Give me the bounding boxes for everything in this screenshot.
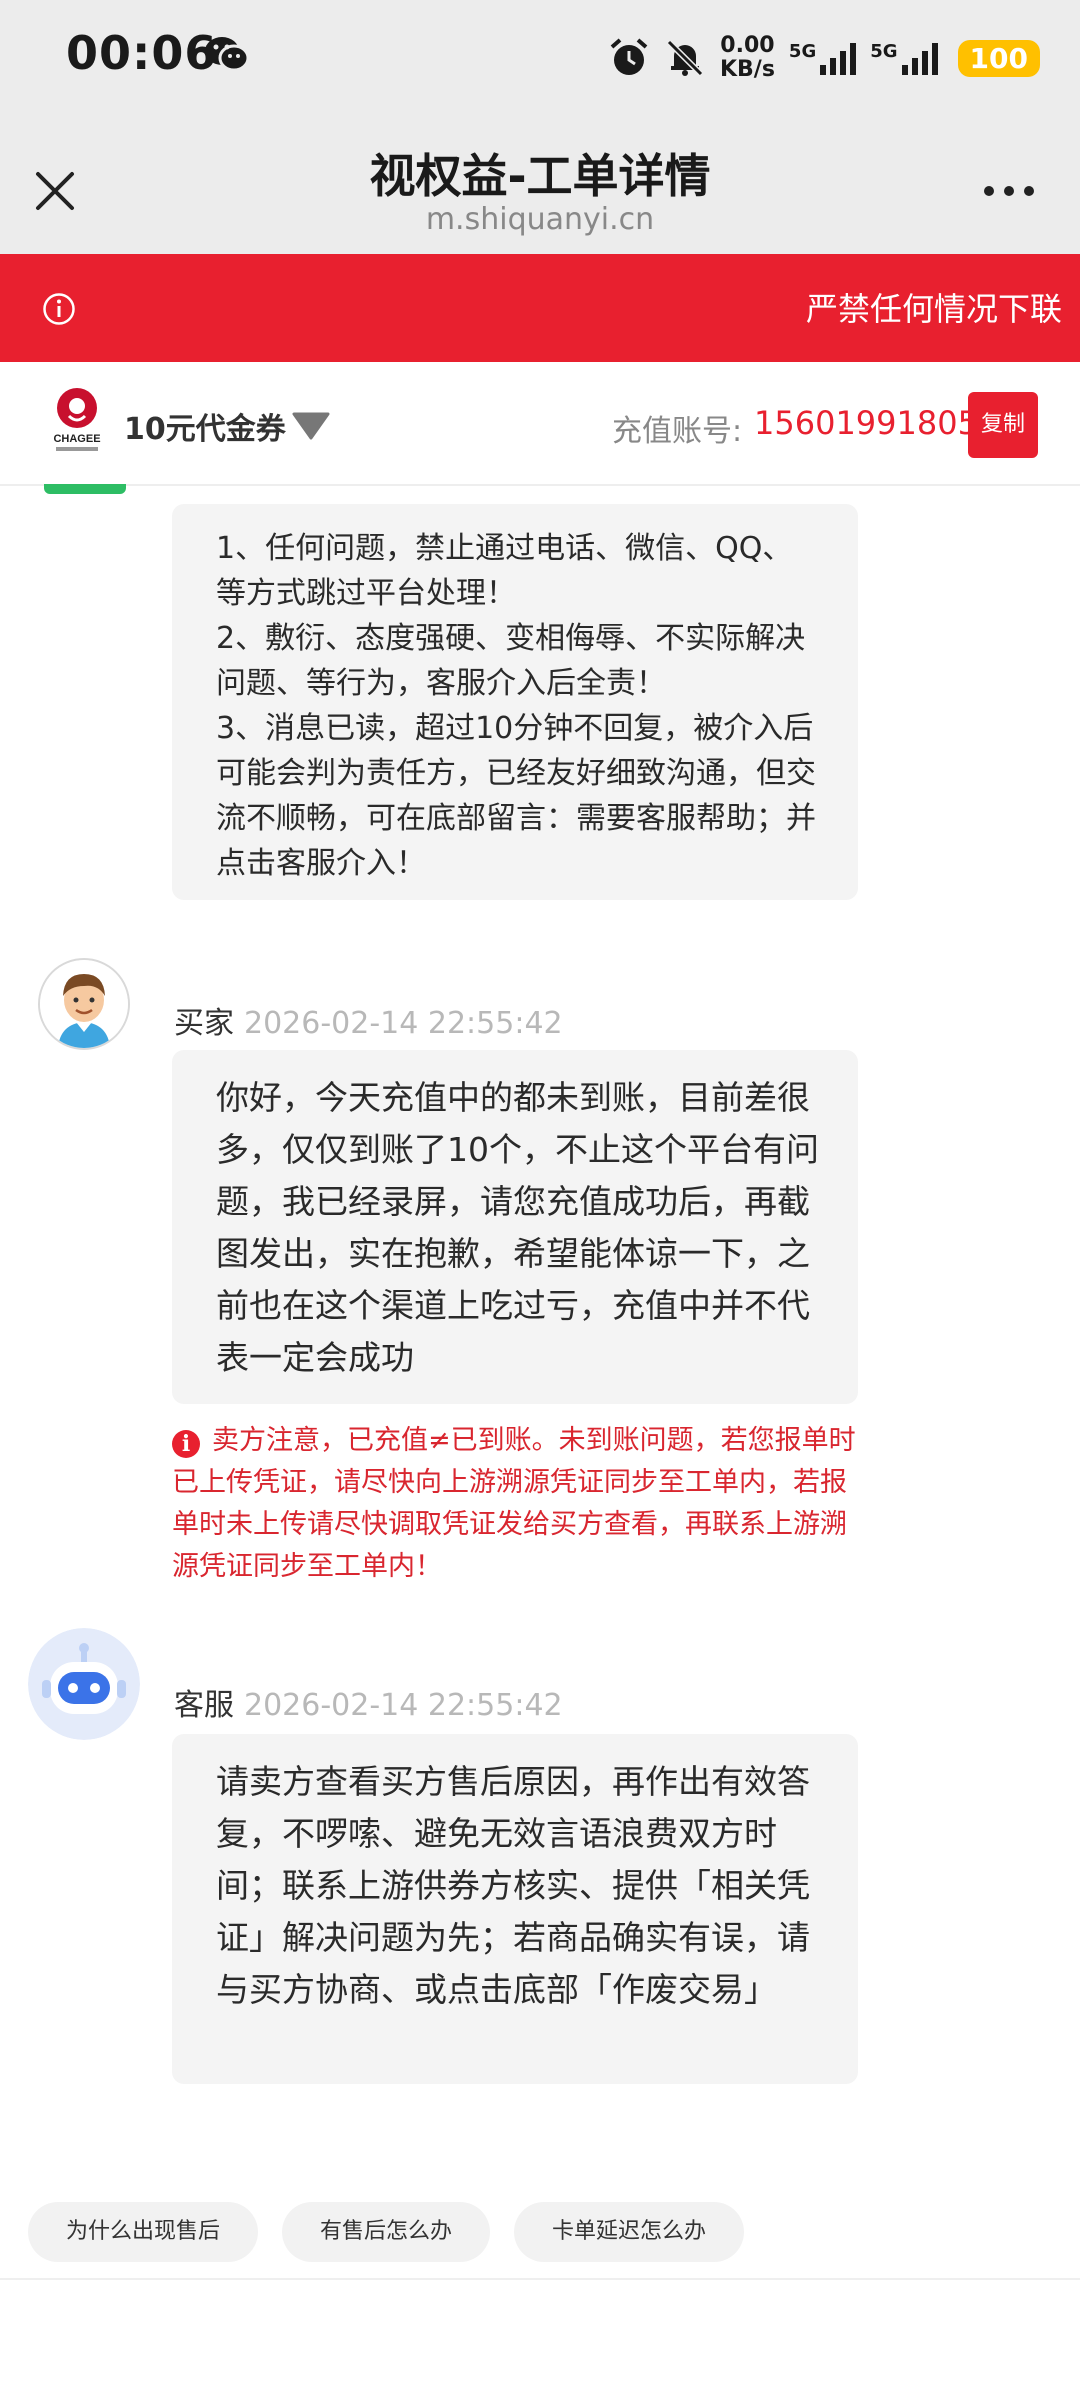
chagee-logo: CHAGEE — [42, 384, 112, 458]
quick-action-chip[interactable]: 为什么出现售后 — [28, 2202, 259, 2262]
quick-actions: 为什么出现售后 有售后怎么办 卡单延迟怎么办 — [28, 2202, 745, 2262]
warning-text: 卖方注意，已充值≠已到账。未到账问题，若您报单时已上传凭证，请尽快向上游溯源凭证… — [172, 1425, 856, 1582]
robot-avatar[interactable] — [28, 1628, 140, 1740]
sender-name: 客服 — [174, 1688, 234, 1723]
buyer-avatar[interactable] — [38, 958, 130, 1050]
account-value: 15601991805 — [754, 404, 978, 442]
speed-value: 0.00 — [720, 33, 775, 58]
notice-text: 严禁任何情况下联 — [806, 290, 1063, 328]
alarm-icon — [610, 38, 648, 75]
warning-icon: i — [172, 1430, 200, 1458]
signal-2: 5G — [870, 41, 938, 75]
page-title: 视权益-工单详情 — [369, 149, 711, 203]
svg-text:CHAGEE: CHAGEE — [53, 433, 100, 445]
signal-1: 5G — [788, 41, 857, 75]
page-domain: m.shiquanyi.cn — [425, 202, 655, 237]
network-type-1: 5G — [788, 41, 817, 62]
message-timestamp: 2026-02-14 22:55:42 — [244, 1688, 563, 1723]
seller-warning: i 卖方注意，已充值≠已到账。未到账问题，若您报单时已上传凭证，请尽快向上游溯源凭… — [172, 1420, 862, 1588]
product-name[interactable]: 10元代金券 — [124, 404, 286, 448]
notice-banner: 严禁任何情况下联 — [0, 254, 1080, 362]
sender-name: 买家 — [174, 1006, 234, 1041]
copy-button[interactable]: 复制 — [968, 392, 1038, 458]
message-timestamp: 2026-02-14 22:55:42 — [244, 1006, 563, 1041]
divider — [0, 2278, 1080, 2280]
rules-message: 1、任何问题，禁止通过电话、微信、QQ、等方式跳过平台处理！ 2、敷衍、态度强硬… — [172, 504, 858, 900]
network-speed: 0.00 KB/s — [720, 34, 775, 82]
buyer-message: 你好，今天充值中的都未到账，目前差很多，仅仅到账了10个，不止这个平台有问题，我… — [172, 1050, 858, 1404]
dropdown-arrow-icon[interactable] — [292, 410, 330, 440]
rule-item: 1、任何问题，禁止通过电话、微信、QQ、等方式跳过平台处理！ — [216, 531, 793, 611]
status-badge — [44, 484, 126, 494]
service-message: 请卖方查看买方售后原因，再作出有效答复，不啰嗦、避免无效言语浪费双方时间；联系上… — [172, 1734, 858, 2084]
service-sender-line: 客服 2026-02-14 22:55:42 — [174, 1680, 563, 1724]
status-icons: 0.00 KB/s 5G 5G 100 — [608, 28, 1040, 88]
rule-item: 2、敷衍、态度强硬、变相侮辱、不实际解决问题、等行为，客服介入后全责！ — [216, 621, 806, 701]
page-header: 视权益-工单详情 m.shiquanyi.cn — [0, 120, 1080, 254]
info-icon — [43, 293, 75, 325]
battery-indicator: 100 — [957, 39, 1040, 77]
wechat-icon — [205, 37, 250, 72]
account-label: 充值账号: — [612, 414, 743, 449]
quick-action-chip[interactable]: 卡单延迟怎么办 — [514, 2202, 745, 2262]
buyer-sender-line: 买家 2026-02-14 22:55:42 — [174, 998, 563, 1042]
product-bar: CHAGEE 10元代金券 充值账号: 15601991805 复制 — [0, 362, 1080, 486]
quick-action-chip[interactable]: 有售后怎么办 — [282, 2202, 491, 2262]
status-bar: 00:06 0.00 KB/s 5G 5G 100 — [0, 0, 1080, 120]
network-type-2: 5G — [870, 41, 898, 62]
signal-bars-1 — [820, 41, 857, 75]
rule-item: 3、消息已读，超过10分钟不回复，被介入后可能会判为责任方，已经友好细致沟通，但… — [216, 711, 816, 881]
status-time: 00:06 — [66, 26, 218, 80]
more-icon[interactable] — [984, 176, 1044, 206]
signal-bars-2 — [901, 41, 938, 75]
speed-unit: KB/s — [719, 57, 775, 82]
mute-bell-icon — [666, 39, 704, 77]
